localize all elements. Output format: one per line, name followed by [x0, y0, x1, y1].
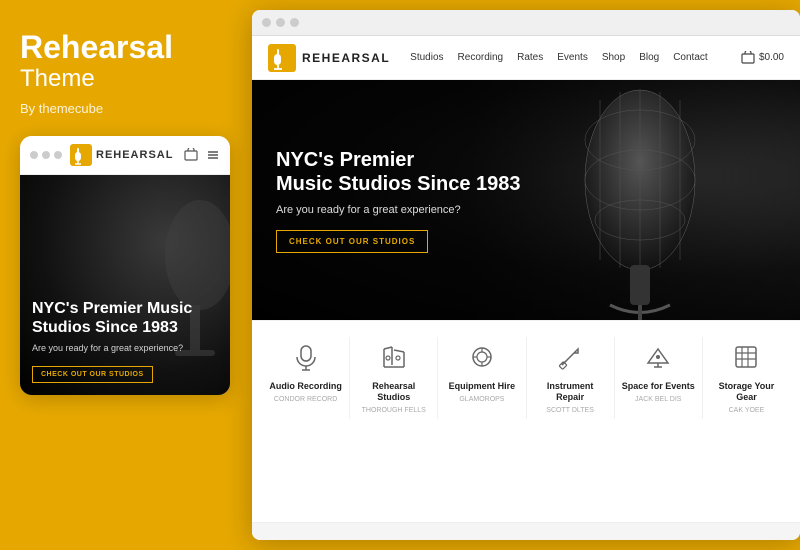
cart-icon: [184, 148, 198, 162]
feature-space-events: Space for Events JACK BEL DIS: [615, 337, 703, 419]
desktop-hero-content: NYC's Premier Music Studios Since 1983 A…: [252, 148, 545, 253]
desktop-hero-sub: Are you ready for a great experience?: [276, 204, 521, 216]
audio-recording-desc: CONDOR RECORD: [274, 395, 337, 404]
desktop-cart-icon: [741, 51, 755, 65]
storage-gear-title: Storage Your Gear: [709, 381, 784, 403]
storage-gear-desc: CAK YOEE: [729, 406, 765, 415]
desktop-hero: NYC's Premier Music Studios Since 1983 A…: [252, 80, 800, 320]
theme-by: By themecube: [20, 101, 228, 116]
menu-icon: [206, 148, 220, 162]
mobile-hero-heading: NYC's Premier Music Studios Since 1983: [32, 299, 218, 337]
audio-recording-title: Audio Recording: [269, 381, 342, 392]
mobile-hero-content: NYC's Premier Music Studios Since 1983 A…: [20, 287, 230, 395]
nav-rates[interactable]: Rates: [517, 52, 543, 63]
desktop-preview: REHEARSAL Studios Recording Rates Events…: [252, 10, 800, 540]
theme-title-bold: Rehearsal: [20, 30, 228, 65]
instrument-repair-title: Instrument Repair: [533, 381, 608, 403]
nav-shop[interactable]: Shop: [602, 52, 625, 63]
nav-events[interactable]: Events: [557, 52, 588, 63]
rehearsal-studios-desc: THOROUGH FELLS: [362, 406, 426, 415]
mobile-nav: REHEARSAL: [20, 136, 230, 175]
feature-instrument-repair: Instrument Repair SCOTT DLTES: [527, 337, 615, 419]
audio-recording-icon: [290, 341, 322, 373]
cart-price: $0.00: [759, 52, 784, 63]
feature-equipment-hire: Equipment Hire GLAMOROPS: [438, 337, 526, 419]
nav-blog[interactable]: Blog: [639, 52, 659, 63]
equipment-hire-icon: [466, 341, 498, 373]
mic-hero-image: [540, 80, 740, 320]
nav-recording[interactable]: Recording: [458, 52, 504, 63]
desktop-logo-icon: [268, 44, 296, 72]
space-events-desc: JACK BEL DIS: [635, 395, 681, 404]
mobile-cta-button[interactable]: CHECK OUT OUR STUDIOS: [32, 366, 153, 383]
mobile-nav-icons: [184, 148, 220, 162]
features-row: Audio Recording CONDOR RECORD Rehearsal …: [252, 320, 800, 429]
left-panel: Rehearsal Theme By themecube REHEARSAL: [0, 0, 248, 550]
equipment-hire-desc: GLAMOROPS: [459, 395, 504, 404]
rehearsal-studios-title: Rehearsal Studios: [356, 381, 431, 403]
desktop-logo-text: REHEARSAL: [302, 51, 390, 65]
instrument-repair-desc: SCOTT DLTES: [546, 406, 594, 415]
mobile-hero: NYC's Premier Music Studios Since 1983 A…: [20, 175, 230, 395]
desktop-logo: REHEARSAL: [268, 44, 390, 72]
desktop-nav-links: Studios Recording Rates Events Shop Blog…: [410, 52, 741, 63]
equipment-hire-title: Equipment Hire: [449, 381, 516, 392]
instrument-repair-icon: [554, 341, 586, 373]
space-events-title: Space for Events: [622, 381, 695, 392]
desktop-hero-heading: NYC's Premier Music Studios Since 1983: [276, 148, 521, 196]
desktop-chrome-bar: [252, 10, 800, 36]
bottom-strip: [252, 522, 800, 540]
theme-title-light: Theme: [20, 65, 228, 93]
desktop-navbar: REHEARSAL Studios Recording Rates Events…: [252, 36, 800, 80]
nav-contact[interactable]: Contact: [673, 52, 707, 63]
desktop-cta-button[interactable]: CHECK OUT OUR STUDIOS: [276, 230, 428, 253]
desktop-chrome-dots: [262, 18, 299, 27]
mobile-logo-icon: [70, 144, 92, 166]
feature-rehearsal-studios: Rehearsal Studios THOROUGH FELLS: [350, 337, 438, 419]
mobile-hero-sub: Are you ready for a great experience?: [32, 343, 218, 353]
storage-gear-icon: [730, 341, 762, 373]
mobile-logo-text: REHEARSAL: [96, 149, 173, 161]
feature-storage-gear: Storage Your Gear CAK YOEE: [703, 337, 790, 419]
mobile-preview: REHEARSAL NYC's Premier Music Studios Si…: [20, 136, 230, 395]
feature-audio-recording: Audio Recording CONDOR RECORD: [262, 337, 350, 419]
desktop-cart[interactable]: $0.00: [741, 51, 784, 65]
space-events-icon: [642, 341, 674, 373]
mobile-logo-area: REHEARSAL: [70, 144, 184, 166]
rehearsal-studios-icon: [378, 341, 410, 373]
mobile-window-dots: [30, 151, 62, 159]
nav-studios[interactable]: Studios: [410, 52, 443, 63]
